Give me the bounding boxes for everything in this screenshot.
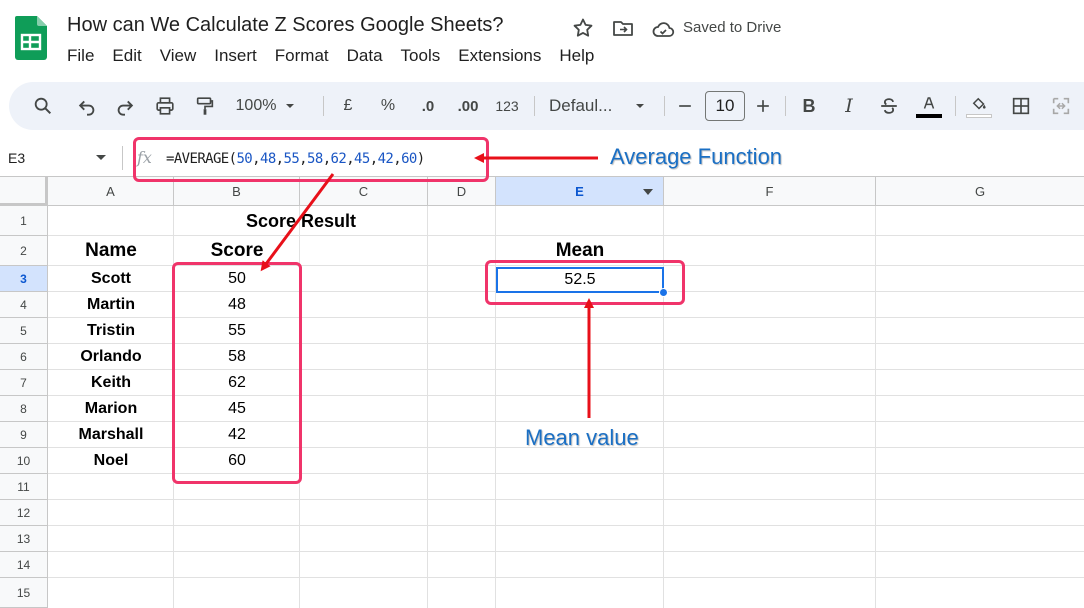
row-header[interactable]: 7 (0, 370, 48, 396)
average-function-label: Average Function (610, 144, 783, 169)
row-header[interactable]: 11 (0, 474, 48, 500)
percent-format-button[interactable]: % (377, 94, 399, 118)
undo-icon[interactable] (75, 94, 99, 118)
font-select[interactable]: Defaul... (549, 94, 649, 118)
score-range-highlight-box (172, 262, 302, 484)
save-status: Saved to Drive (683, 19, 782, 36)
select-all-corner[interactable] (0, 177, 48, 206)
row-header[interactable]: 3 (0, 266, 48, 292)
row-header[interactable]: 14 (0, 552, 48, 578)
menu-format[interactable]: Format (275, 46, 347, 66)
move-folder-icon[interactable] (611, 16, 635, 40)
score-result-title[interactable]: Score Result (174, 206, 428, 236)
row-header[interactable]: 12 (0, 500, 48, 526)
name-box[interactable]: E3 (8, 150, 25, 166)
column-menu-icon[interactable] (643, 188, 653, 196)
paint-format-icon[interactable] (193, 94, 217, 118)
name-box-dropdown-icon[interactable] (96, 155, 106, 160)
column-header-g[interactable]: G (876, 177, 1084, 206)
name-cell[interactable]: Marion (48, 396, 174, 422)
row-header[interactable]: 6 (0, 344, 48, 370)
zoom-value: 100% (235, 97, 277, 114)
row-header[interactable]: 13 (0, 526, 48, 552)
merge-cells-icon[interactable] (1049, 94, 1073, 118)
row-header[interactable]: 2 (0, 236, 48, 266)
name-cell[interactable]: Keith (48, 370, 174, 396)
name-cell[interactable]: Scott (48, 266, 174, 292)
menu-insert[interactable]: Insert (214, 46, 275, 66)
mean-value-label: Mean value (525, 425, 639, 450)
menu-edit[interactable]: Edit (112, 46, 159, 66)
row-header[interactable]: 4 (0, 292, 48, 318)
mean-highlight-box (485, 260, 685, 305)
redo-icon[interactable] (113, 94, 137, 118)
zoom-select[interactable]: 100% (231, 94, 301, 118)
name-header-cell[interactable]: Name (48, 236, 174, 266)
formula-highlight-box (133, 137, 489, 182)
row-header[interactable]: 1 (0, 206, 48, 236)
menu-file[interactable]: File (67, 46, 112, 66)
column-e-label: E (575, 183, 584, 199)
formula-bar-divider (122, 146, 123, 170)
cloud-saved-icon[interactable] (651, 18, 675, 42)
increase-decimal-button[interactable]: .00 (453, 94, 483, 118)
chevron-down-icon (286, 104, 295, 108)
increase-decimal-label: .00 (457, 97, 479, 115)
column-header-f[interactable]: F (664, 177, 876, 206)
name-cell[interactable]: Tristin (48, 318, 174, 344)
menu-data[interactable]: Data (347, 46, 401, 66)
menu-help[interactable]: Help (559, 46, 612, 66)
name-cell[interactable]: Marshall (48, 422, 174, 448)
italic-icon[interactable]: I (839, 94, 859, 118)
bold-icon[interactable]: B (799, 94, 819, 118)
font-value: Defaul... (549, 96, 613, 115)
currency-format-button[interactable]: £ (337, 94, 359, 118)
name-cell[interactable]: Martin (48, 292, 174, 318)
font-size-input[interactable]: 10 (705, 91, 745, 121)
fill-color-icon[interactable] (965, 94, 993, 118)
row-header[interactable]: 8 (0, 396, 48, 422)
strikethrough-icon[interactable] (877, 94, 901, 118)
star-icon[interactable] (571, 16, 595, 40)
text-color-icon[interactable] (915, 94, 943, 118)
row-header[interactable]: 10 (0, 448, 48, 474)
menu-extensions[interactable]: Extensions (458, 46, 559, 66)
print-icon[interactable] (153, 94, 177, 118)
chevron-down-icon (636, 104, 645, 108)
toolbar: 100% £ % .0 .00 123 Defaul... B I (9, 82, 1084, 130)
row-header[interactable]: 15 (0, 578, 48, 608)
decrease-decimal-label: .0 (421, 97, 435, 115)
document-title[interactable]: How can We Calculate Z Scores Google She… (67, 14, 504, 37)
menu-bar: File Edit View Insert Format Data Tools … (67, 46, 612, 66)
decrease-decimal-button[interactable]: .0 (413, 94, 443, 118)
row-header[interactable]: 5 (0, 318, 48, 344)
menu-view[interactable]: View (160, 46, 215, 66)
name-cell[interactable]: Orlando (48, 344, 174, 370)
number-format-button[interactable]: 123 (493, 94, 521, 118)
borders-icon[interactable] (1009, 94, 1033, 118)
search-menus-icon[interactable] (31, 94, 55, 118)
row-header[interactable]: 9 (0, 422, 48, 448)
column-header-e[interactable]: E (496, 177, 664, 206)
menu-tools[interactable]: Tools (401, 46, 459, 66)
increase-font-size-icon[interactable] (753, 94, 773, 118)
name-cell[interactable]: Noel (48, 448, 174, 474)
sheets-logo-icon[interactable] (15, 16, 47, 60)
decrease-font-size-icon[interactable] (675, 94, 695, 118)
